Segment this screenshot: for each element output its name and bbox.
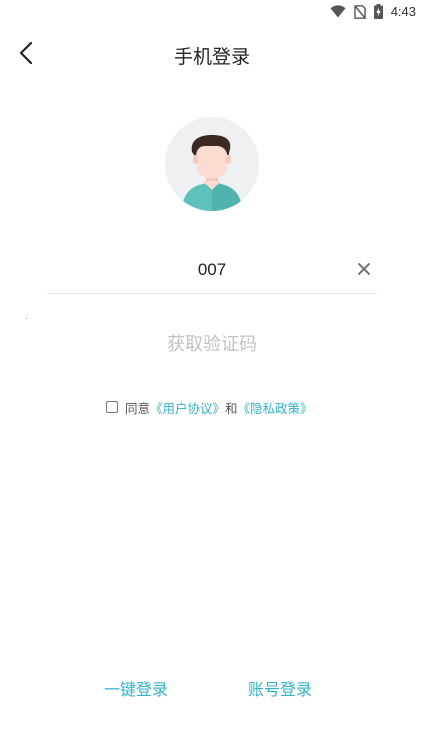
nav-bar: 手机登录 xyxy=(0,34,424,74)
user-agreement-link[interactable]: 《用户协议》 xyxy=(150,398,225,417)
get-captcha-button[interactable]: 获取验证码 xyxy=(0,330,424,356)
agreement-row: 同意 《用户协议》 和 《隐私政策》 xyxy=(106,398,313,416)
status-time: 4:43 xyxy=(390,4,416,19)
avatar xyxy=(165,117,259,211)
clear-input-button[interactable] xyxy=(355,260,373,278)
default-avatar-icon xyxy=(165,117,259,211)
agreement-checkbox[interactable] xyxy=(106,401,118,413)
no-sim-icon xyxy=(353,4,366,19)
agreement-prefix: 同意 xyxy=(125,400,151,416)
status-icons: 4:43 xyxy=(330,4,416,19)
stray-dot xyxy=(26,318,27,319)
status-bar: 4:43 xyxy=(0,0,424,24)
privacy-policy-link[interactable]: 《隐私政策》 xyxy=(238,398,313,417)
battery-charging-icon xyxy=(373,4,383,19)
one-key-login-link[interactable]: 一键登录 xyxy=(104,676,168,700)
agreement-conjunction: 和 xyxy=(225,400,238,416)
phone-input[interactable] xyxy=(47,251,377,289)
close-icon xyxy=(358,263,370,275)
account-login-link[interactable]: 账号登录 xyxy=(248,676,312,700)
page-title: 手机登录 xyxy=(173,46,250,68)
phone-input-row xyxy=(47,251,377,294)
wifi-icon xyxy=(330,5,346,18)
